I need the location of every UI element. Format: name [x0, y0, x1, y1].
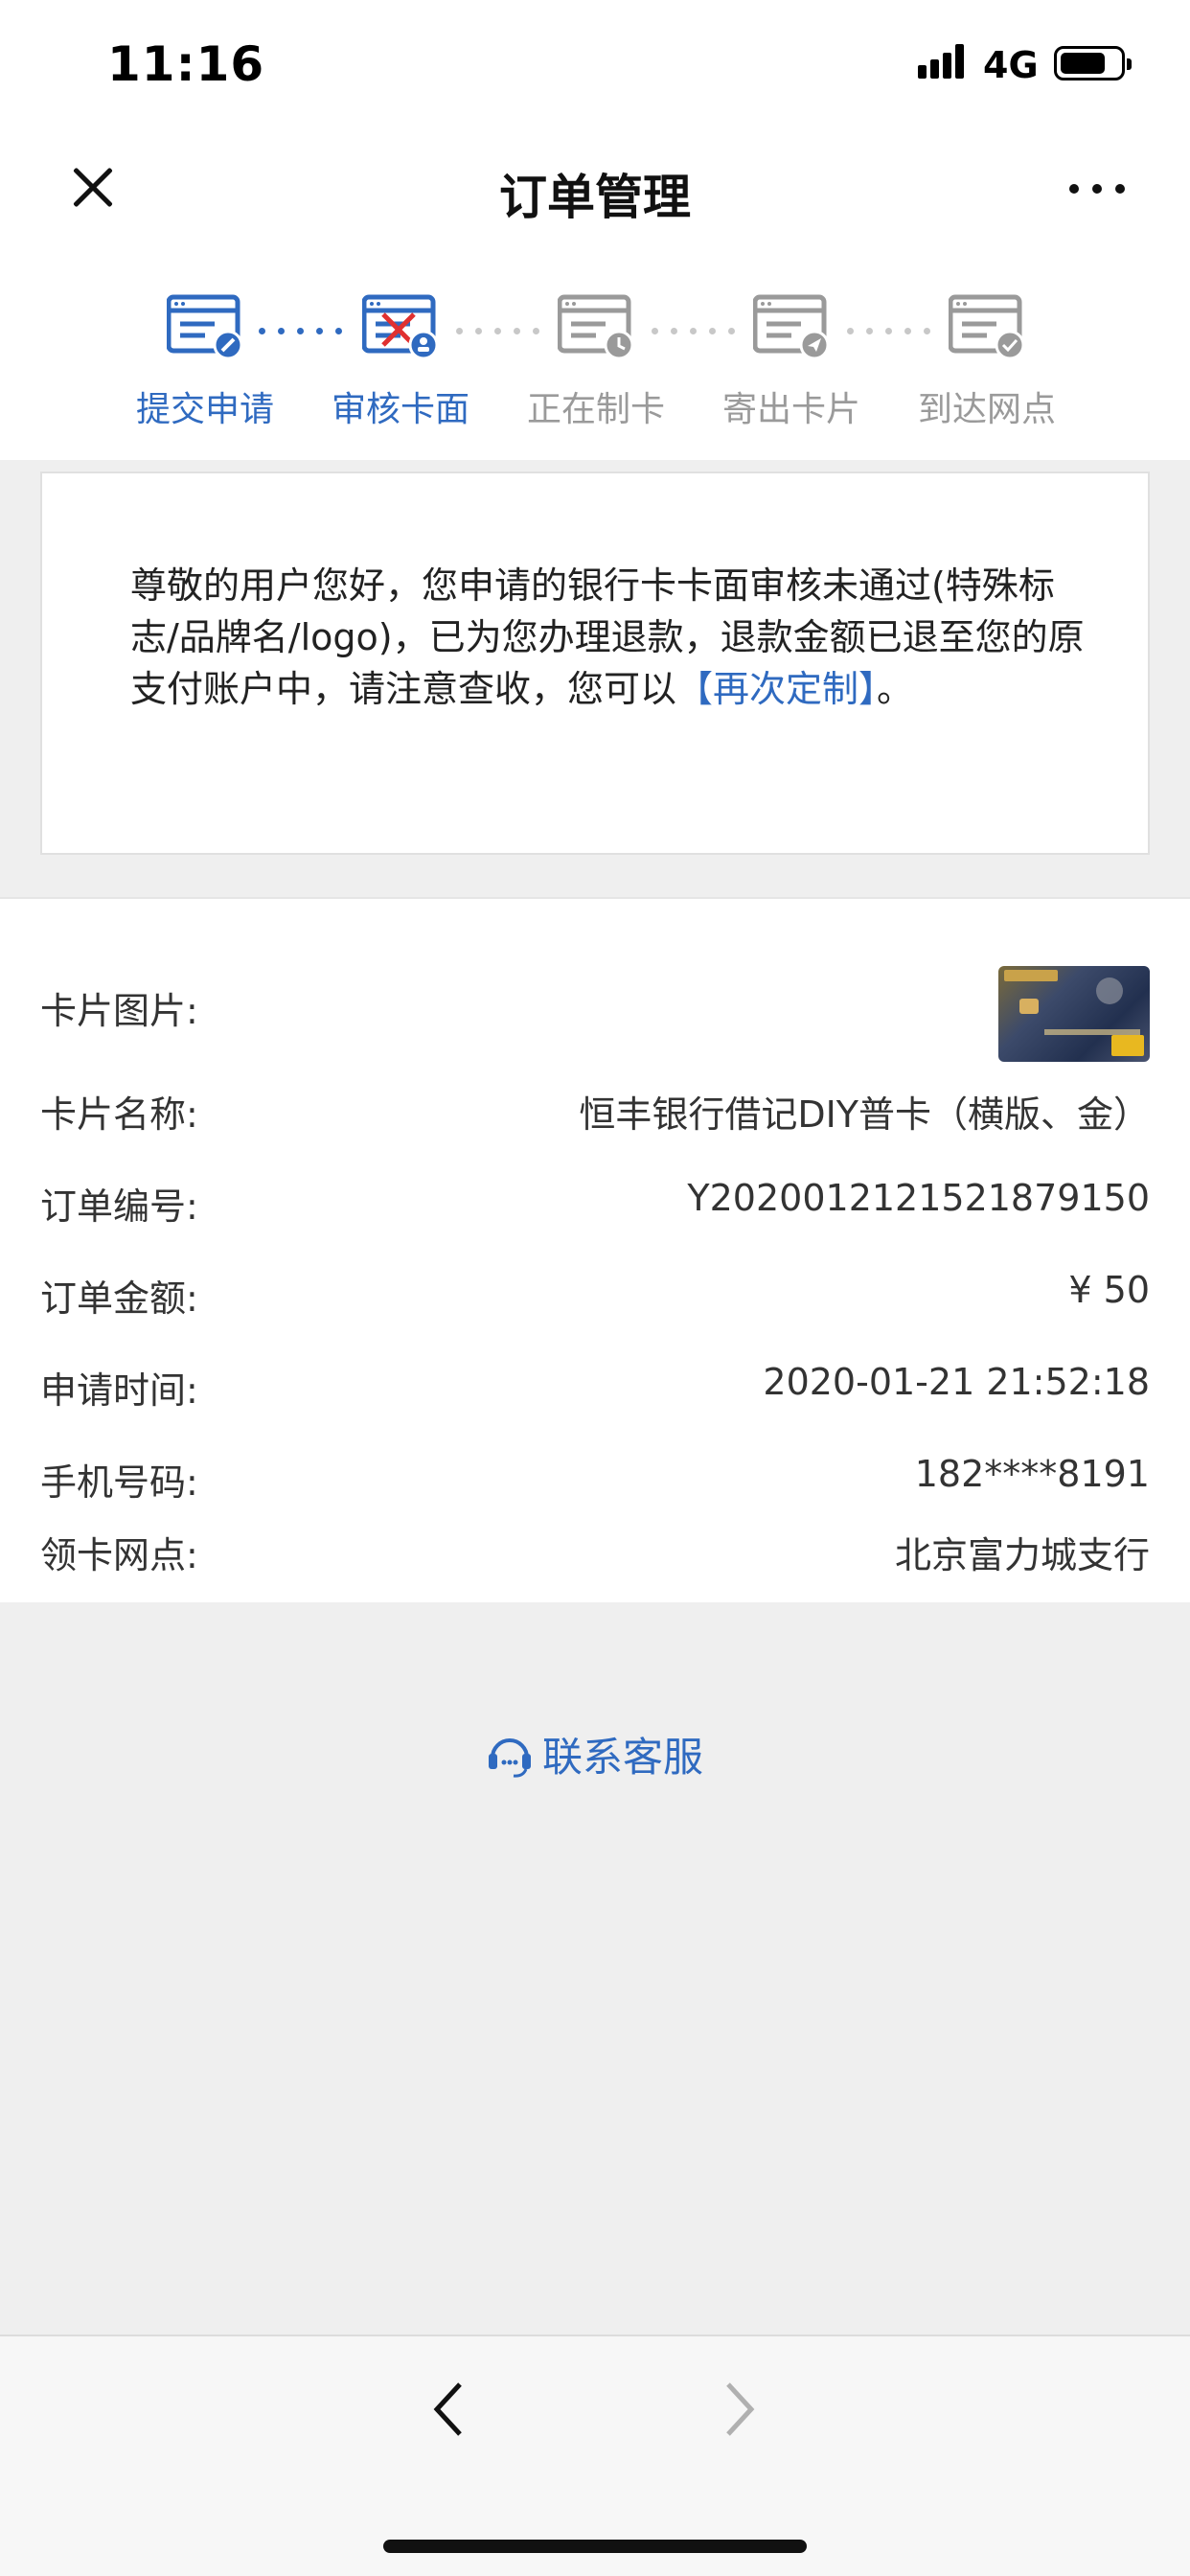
- detail-row-card-name: 卡片名称: 恒丰银行借记DIY普卡（横版、金）: [40, 1062, 1150, 1154]
- detail-label: 申请时间:: [40, 1369, 198, 1412]
- notice-body: 尊敬的用户您好，您申请的银行卡卡面审核未通过(特殊标志/品牌名/logo)，已为…: [130, 564, 1085, 710]
- notice-suffix: 。: [877, 668, 914, 710]
- detail-label: 订单编号:: [40, 1185, 198, 1228]
- bottom-toolbar: [0, 2334, 1190, 2576]
- battery-icon: [1054, 46, 1132, 80]
- progress-steps: 提交申请 审核卡面 正在制卡 寄出卡片 到达网点: [0, 245, 1190, 460]
- step-label: 提交申请: [135, 390, 274, 429]
- branch-value: 北京富力城支行: [894, 1534, 1150, 1576]
- form-send-icon: [752, 293, 830, 360]
- back-arrow-icon[interactable]: [429, 2379, 468, 2440]
- detail-label: 卡片名称:: [40, 1093, 198, 1136]
- headset-icon: [487, 1731, 533, 1779]
- step-review: 审核卡面: [305, 293, 496, 431]
- detail-label: 卡片图片:: [40, 990, 198, 1032]
- detail-row-time: 申请时间: 2020-01-21 21:52:18: [40, 1338, 1150, 1430]
- review-notice: 尊敬的用户您好，您申请的银行卡卡面审核未通过(特殊标志/品牌名/logo)，已为…: [40, 472, 1150, 855]
- detail-row-card-image: 卡片图片:: [40, 937, 1150, 1062]
- nav-bar: 订单管理: [0, 130, 1190, 245]
- detail-label: 领卡网点:: [40, 1534, 198, 1576]
- phone-value: 182****8191: [914, 1453, 1150, 1495]
- step-arrived: 到达网点: [891, 293, 1083, 431]
- step-making: 正在制卡: [500, 293, 692, 431]
- page-title: 订单管理: [499, 170, 691, 225]
- form-clock-icon: [557, 293, 634, 360]
- amount-value: ¥ 50: [1068, 1269, 1150, 1311]
- detail-row-order-no: 订单编号: Y2020012121521879150: [40, 1154, 1150, 1246]
- detail-row-branch: 领卡网点: 北京富力城支行: [40, 1503, 1150, 1595]
- step-submit: 提交申请: [109, 293, 301, 431]
- contact-service-label: 联系客服: [541, 1734, 703, 1781]
- status-time: 11:16: [107, 36, 265, 92]
- form-check-icon: [948, 293, 1025, 360]
- notice-message: 尊敬的用户您好，您申请的银行卡卡面审核未通过(特殊标志/品牌名/logo)，已为…: [130, 560, 1088, 715]
- order-no-value: Y2020012121521879150: [687, 1177, 1150, 1219]
- order-details: 卡片图片: 卡片名称: 恒丰银行借记DIY普卡（横版、金） 订单编号: Y202…: [0, 897, 1190, 1602]
- step-label: 到达网点: [917, 390, 1056, 429]
- detail-row-amount: 订单金额: ¥ 50: [40, 1246, 1150, 1338]
- time-value: 2020-01-21 21:52:18: [763, 1361, 1150, 1403]
- unionpay-logo: [1111, 1035, 1144, 1056]
- home-indicator: [383, 2540, 807, 2553]
- detail-label: 手机号码:: [40, 1461, 198, 1504]
- recustomize-link[interactable]: 【再次定制】: [676, 668, 877, 710]
- status-bar: 11:16 4G: [0, 0, 1190, 130]
- network-type: 4G: [983, 44, 1039, 86]
- form-review-failed-icon: [361, 293, 439, 360]
- contact-service-button[interactable]: 联系客服: [487, 1725, 703, 1783]
- signal-icon: [918, 44, 968, 79]
- forward-arrow-icon[interactable]: [721, 2379, 759, 2440]
- step-shipped: 寄出卡片: [696, 293, 887, 431]
- more-options-icon[interactable]: [1069, 178, 1127, 197]
- step-label: 正在制卡: [526, 390, 665, 429]
- step-label: 审核卡面: [331, 390, 469, 429]
- contact-service: 联系客服: [0, 1725, 1190, 1783]
- detail-label: 订单金额:: [40, 1277, 198, 1320]
- step-label: 寄出卡片: [721, 390, 860, 429]
- card-name-value: 恒丰银行借记DIY普卡（横版、金）: [579, 1093, 1150, 1136]
- form-edit-icon: [166, 293, 243, 360]
- card-thumbnail[interactable]: [998, 966, 1150, 1062]
